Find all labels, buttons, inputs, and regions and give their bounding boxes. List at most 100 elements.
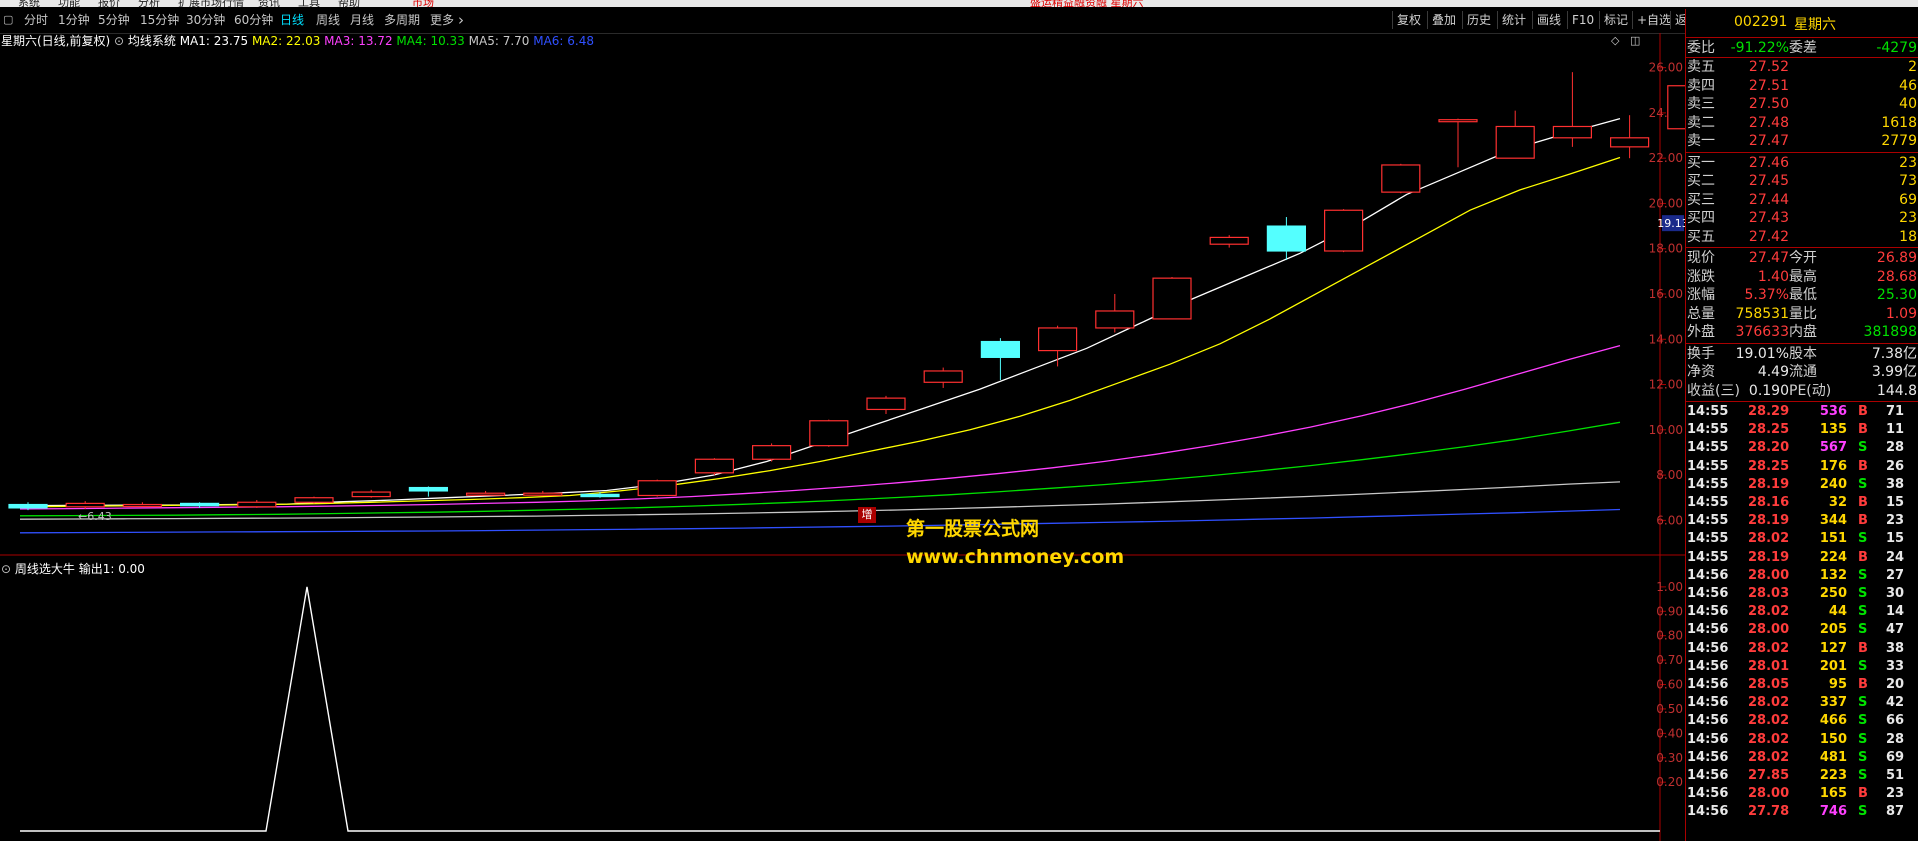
weicha-value: -4279 — [1876, 40, 1917, 56]
candle[interactable] — [1095, 310, 1135, 329]
toolbar-button[interactable]: F10 — [1567, 11, 1598, 29]
candle[interactable] — [1037, 327, 1078, 352]
candle[interactable] — [1152, 277, 1192, 320]
bid-row[interactable]: 买三 27.44 69 — [1686, 191, 1918, 209]
candle[interactable] — [809, 420, 849, 447]
window-restore-icon[interactable]: ◫ — [1630, 34, 1640, 47]
more-chevron-icon[interactable]: › — [458, 11, 464, 29]
period-tab[interactable]: 30分钟 — [186, 12, 225, 28]
menu-item[interactable]: 帮助 — [338, 0, 360, 7]
tick-count: 11 — [1886, 422, 1905, 438]
candle[interactable] — [65, 502, 105, 508]
candle[interactable] — [980, 340, 1021, 358]
candle[interactable] — [1209, 236, 1249, 245]
toolbar-button[interactable]: 历史 — [1462, 11, 1495, 29]
tick-row: 14:55 28.25 176 B 26 — [1686, 458, 1918, 476]
toolbar-button[interactable]: 叠加 — [1427, 11, 1460, 29]
stat-label: 换手 — [1687, 345, 1715, 362]
period-tab[interactable]: 5分钟 — [98, 12, 130, 28]
indicator-chart[interactable]: 0.20 0.30 0.40 0.50 0.60 0.70 0.80 0.90 1.00 ⊙ 周线… — [0, 556, 1685, 841]
candle[interactable] — [1495, 125, 1535, 159]
menu-item[interactable]: 扩展市场行情 — [178, 0, 244, 7]
ask-row[interactable]: 卖四 27.51 46 — [1686, 77, 1918, 95]
period-tab[interactable]: 多周期 — [384, 12, 420, 28]
kline-chart[interactable]: 6.00 8.00 10.00 12.00 14.00 16.00 18.00 20.00 22… — [0, 33, 1685, 556]
candle[interactable] — [523, 492, 563, 496]
ind-output-line — [20, 586, 1660, 832]
menu-item[interactable]: 报价 — [98, 0, 120, 7]
candle[interactable] — [1438, 119, 1478, 123]
candle[interactable] — [294, 497, 334, 503]
toggle-icon[interactable]: ⊙ — [114, 34, 128, 48]
add-indicator-tag[interactable]: 增 — [858, 507, 876, 523]
toolbar-button[interactable]: 复权 — [1392, 11, 1425, 29]
bid-price: 27.45 — [1748, 173, 1789, 189]
candle[interactable] — [8, 503, 48, 509]
ask-row[interactable]: 卖二 27.48 1618 — [1686, 114, 1918, 132]
weibi-row: 委比 -91.22% 委差 -4279 — [1686, 39, 1918, 57]
candle[interactable] — [1381, 164, 1421, 193]
tick-time: 14:56 — [1687, 768, 1729, 783]
ask-row[interactable]: 卖一 27.47 2779 — [1686, 132, 1918, 150]
candle[interactable] — [351, 491, 391, 498]
candle[interactable] — [1323, 209, 1364, 252]
toolbar-button[interactable]: 画线 — [1532, 11, 1565, 29]
diamond-icon[interactable]: ◇ — [1611, 34, 1620, 47]
bid-row[interactable]: 买四 27.43 23 — [1686, 209, 1918, 227]
period-tab[interactable]: 1分钟 — [58, 12, 90, 28]
separator — [1686, 247, 1918, 248]
menu-item[interactable]: 资讯 — [258, 0, 280, 7]
ask-row[interactable]: 卖五 27.52 2 — [1686, 58, 1918, 76]
menu-item[interactable]: 系统 — [18, 0, 40, 7]
tick-row: 14:56 28.02 150 S 28 — [1686, 731, 1918, 749]
candle[interactable] — [580, 493, 620, 498]
tick-price: 28.29 — [1748, 404, 1790, 419]
ask-volume: 1618 — [1881, 114, 1917, 131]
y-tick-label: 10.00 — [1649, 423, 1683, 437]
toolbar-button[interactable]: +自选 — [1632, 11, 1675, 29]
candle[interactable] — [1609, 137, 1650, 148]
menu-item[interactable]: 工具 — [298, 0, 320, 7]
candle[interactable] — [1266, 225, 1307, 252]
period-tab[interactable]: 更多 — [430, 12, 454, 28]
bid-row[interactable]: 买二 27.45 73 — [1686, 172, 1918, 190]
panel-toggle-button[interactable]: ▢ — [3, 13, 13, 26]
candle[interactable] — [923, 370, 963, 383]
period-tab[interactable]: 月线 — [350, 12, 374, 28]
candle[interactable] — [408, 486, 448, 492]
tick-side: S — [1858, 531, 1868, 547]
toggle-icon[interactable]: ⊙ — [1, 562, 15, 576]
ma-value-label: MA5: 7.70 — [469, 34, 534, 48]
tick-price: 28.01 — [1748, 658, 1790, 674]
candle[interactable] — [180, 502, 220, 507]
menu-item[interactable]: 功能 — [58, 0, 80, 7]
candle[interactable] — [751, 445, 792, 460]
tick-row: 14:56 28.05 95 B 20 — [1686, 676, 1918, 694]
candle[interactable] — [466, 492, 506, 496]
ind-y-tick-label: 0.60 — [1656, 678, 1683, 692]
y-tick-label: 8.00 — [1656, 468, 1683, 482]
candle[interactable] — [866, 397, 906, 411]
candle[interactable] — [637, 480, 677, 497]
tick-row: 14:55 28.29 536 B 71 — [1686, 403, 1918, 421]
candle[interactable] — [1552, 125, 1593, 139]
period-tab[interactable]: 日线 — [280, 12, 304, 28]
period-tab[interactable]: 15分钟 — [140, 12, 179, 28]
candle[interactable] — [1667, 85, 1685, 130]
candle[interactable] — [237, 501, 277, 508]
toolbar-button[interactable]: 标记 — [1599, 11, 1632, 29]
candle[interactable] — [122, 503, 163, 508]
tick-price: 28.25 — [1748, 458, 1790, 474]
menu-item[interactable]: 分析 — [138, 0, 160, 7]
tick-row: 14:55 28.19 224 B 24 — [1686, 549, 1918, 567]
period-tab[interactable]: 分时 — [24, 12, 48, 28]
tick-row: 14:55 28.19 240 S 38 — [1686, 476, 1918, 494]
toolbar-button[interactable]: 统计 — [1497, 11, 1530, 29]
bid-row[interactable]: 买五 27.42 18 — [1686, 228, 1918, 246]
candle[interactable] — [694, 458, 735, 474]
bid-row[interactable]: 买一 27.46 23 — [1686, 154, 1918, 172]
ask-row[interactable]: 卖三 27.50 40 — [1686, 95, 1918, 113]
period-tab[interactable]: 60分钟 — [234, 12, 273, 28]
tick-time: 14:56 — [1687, 749, 1729, 765]
period-tab[interactable]: 周线 — [316, 12, 340, 28]
